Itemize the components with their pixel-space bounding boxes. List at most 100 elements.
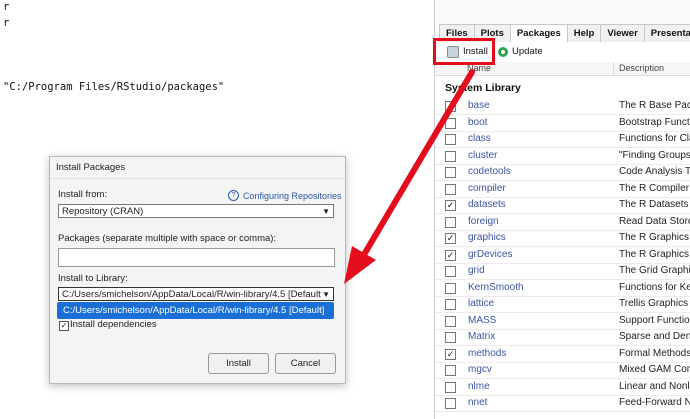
package-name-link[interactable]: MASS (468, 315, 496, 326)
package-description: Support Functions (619, 314, 690, 326)
package-checkbox[interactable] (445, 315, 456, 327)
pane-top-strip (435, 0, 690, 24)
package-checkbox[interactable] (445, 365, 456, 376)
package-row[interactable]: ✓ datasets The R Datasets Package (435, 197, 690, 214)
chevron-down-icon: ▼ (322, 290, 330, 299)
package-row[interactable]: codetools Code Analysis Tools (435, 164, 690, 181)
package-checkbox[interactable] (445, 266, 456, 277)
package-checkbox[interactable]: ✓ (445, 348, 456, 360)
package-checkbox[interactable] (445, 134, 456, 145)
tab-help[interactable]: Help (566, 24, 602, 42)
code-line: r (3, 1, 10, 13)
configuring-repositories-link[interactable]: ? Configuring Repositories (228, 190, 342, 201)
column-divider (613, 62, 614, 75)
column-description[interactable]: Description (619, 63, 664, 73)
package-row[interactable]: Matrix Sparse and Dense (435, 329, 690, 346)
package-row[interactable]: ✓ methods Formal Methods and (435, 346, 690, 363)
package-name-link[interactable]: class (468, 133, 491, 144)
package-row[interactable]: MASS Support Functions (435, 313, 690, 330)
package-description: The Grid Graphics (619, 265, 690, 276)
package-checkbox[interactable] (445, 216, 456, 228)
code-line: r (3, 17, 10, 29)
package-row[interactable]: foreign Read Data Stored (435, 214, 690, 231)
package-name-link[interactable]: Matrix (468, 331, 495, 342)
package-checkbox[interactable] (445, 150, 456, 162)
update-button[interactable]: Update (498, 45, 543, 59)
package-name-link[interactable]: boot (468, 117, 487, 128)
tab-viewer[interactable]: Viewer (600, 24, 645, 42)
package-name-link[interactable]: KernSmooth (468, 282, 524, 293)
package-checkbox[interactable] (445, 299, 456, 310)
section-label: System Library (445, 82, 521, 94)
package-row[interactable]: ✓ grDevices The R Graphics Devices (435, 247, 690, 264)
package-description: Mixed GAM Computation (619, 364, 690, 375)
install-packages-dialog: Install Packages Install from: ? Configu… (49, 156, 346, 384)
package-name-link[interactable]: foreign (468, 216, 499, 227)
package-row[interactable]: grid The Grid Graphics (435, 263, 690, 280)
package-checkbox[interactable] (445, 167, 456, 178)
package-name-link[interactable]: graphics (468, 232, 506, 243)
tab-presentation[interactable]: Presentation (643, 24, 690, 42)
dialog-cancel-button[interactable]: Cancel (275, 353, 336, 374)
package-checkbox[interactable] (445, 282, 456, 294)
package-row[interactable]: ✓ graphics The R Graphics Package (435, 230, 690, 247)
dialog-install-button[interactable]: Install (208, 353, 269, 374)
package-row[interactable]: compiler The R Compiler Package (435, 181, 690, 198)
package-checkbox[interactable] (445, 183, 456, 195)
package-row[interactable]: cluster "Finding Groups in Data" (435, 148, 690, 165)
package-description: The R Graphics Devices (619, 248, 690, 260)
package-description: Functions for Kernel (619, 281, 690, 293)
package-name-link[interactable]: lattice (468, 298, 494, 309)
package-name-link[interactable]: grid (468, 265, 485, 276)
package-name-link[interactable]: nnet (468, 397, 487, 408)
package-checkbox[interactable]: ✓ (445, 233, 456, 244)
package-name-link[interactable]: methods (468, 348, 506, 359)
package-row[interactable]: KernSmooth Functions for Kernel (435, 280, 690, 297)
package-name-link[interactable]: codetools (468, 166, 511, 177)
package-checkbox[interactable] (445, 332, 456, 343)
chevron-down-icon: ▼ (322, 207, 330, 216)
package-row[interactable]: boot Bootstrap Functions (435, 115, 690, 132)
package-checkbox[interactable] (445, 398, 456, 409)
package-name-link[interactable]: grDevices (468, 249, 512, 260)
package-name-link[interactable]: compiler (468, 183, 506, 194)
package-description: Functions for Classification (619, 133, 690, 144)
package-description: Bootstrap Functions (619, 116, 690, 128)
install-from-label: Install from: (58, 189, 108, 200)
library-dropdown-option[interactable]: C:/Users/smichelson/AppData/Local/R/win-… (57, 302, 334, 319)
package-row[interactable]: class Functions for Classification (435, 131, 690, 148)
library-label: Install to Library: (58, 273, 128, 284)
package-name-link[interactable]: cluster (468, 150, 497, 161)
package-checkbox[interactable]: ✓ (445, 101, 456, 112)
package-description: The R Base Package (619, 100, 690, 111)
library-value: C:/Users/smichelson/AppData/Local/R/win-… (62, 289, 321, 300)
update-label: Update (512, 46, 543, 57)
packages-input[interactable] (58, 248, 335, 267)
install-from-select[interactable]: Repository (CRAN) ▼ (58, 204, 334, 218)
tab-packages[interactable]: Packages (509, 24, 568, 42)
package-row[interactable]: mgcv Mixed GAM Computation (435, 362, 690, 379)
package-checkbox[interactable] (445, 381, 456, 393)
package-description: Formal Methods and (619, 347, 690, 359)
package-name-link[interactable]: nlme (468, 381, 490, 392)
package-checkbox[interactable]: ✓ (445, 200, 456, 211)
package-checkbox[interactable]: ✓ (445, 249, 456, 261)
package-name-link[interactable]: mgcv (468, 364, 492, 375)
packages-label: Packages (separate multiple with space o… (58, 233, 277, 244)
dependencies-checkbox[interactable]: ✓ (59, 321, 69, 331)
install-highlight-box (433, 38, 495, 65)
package-description: The R Compiler Package (619, 182, 690, 194)
package-row[interactable]: lattice Trellis Graphics for R (435, 296, 690, 313)
package-row[interactable]: ✓ base The R Base Package (435, 98, 690, 115)
help-link-text: Configuring Repositories (243, 190, 342, 201)
package-name-link[interactable]: datasets (468, 199, 506, 210)
package-description: Trellis Graphics for R (619, 298, 690, 309)
package-row[interactable]: nlme Linear and Nonlinear (435, 379, 690, 396)
package-checkbox[interactable] (445, 117, 456, 129)
library-select[interactable]: C:/Users/smichelson/AppData/Local/R/win-… (58, 287, 334, 301)
package-row[interactable]: nnet Feed-Forward Neural (435, 395, 690, 412)
package-name-link[interactable]: base (468, 100, 490, 111)
package-description: Sparse and Dense (619, 331, 690, 342)
help-icon: ? (228, 190, 239, 201)
package-description: The R Datasets Package (619, 199, 690, 210)
